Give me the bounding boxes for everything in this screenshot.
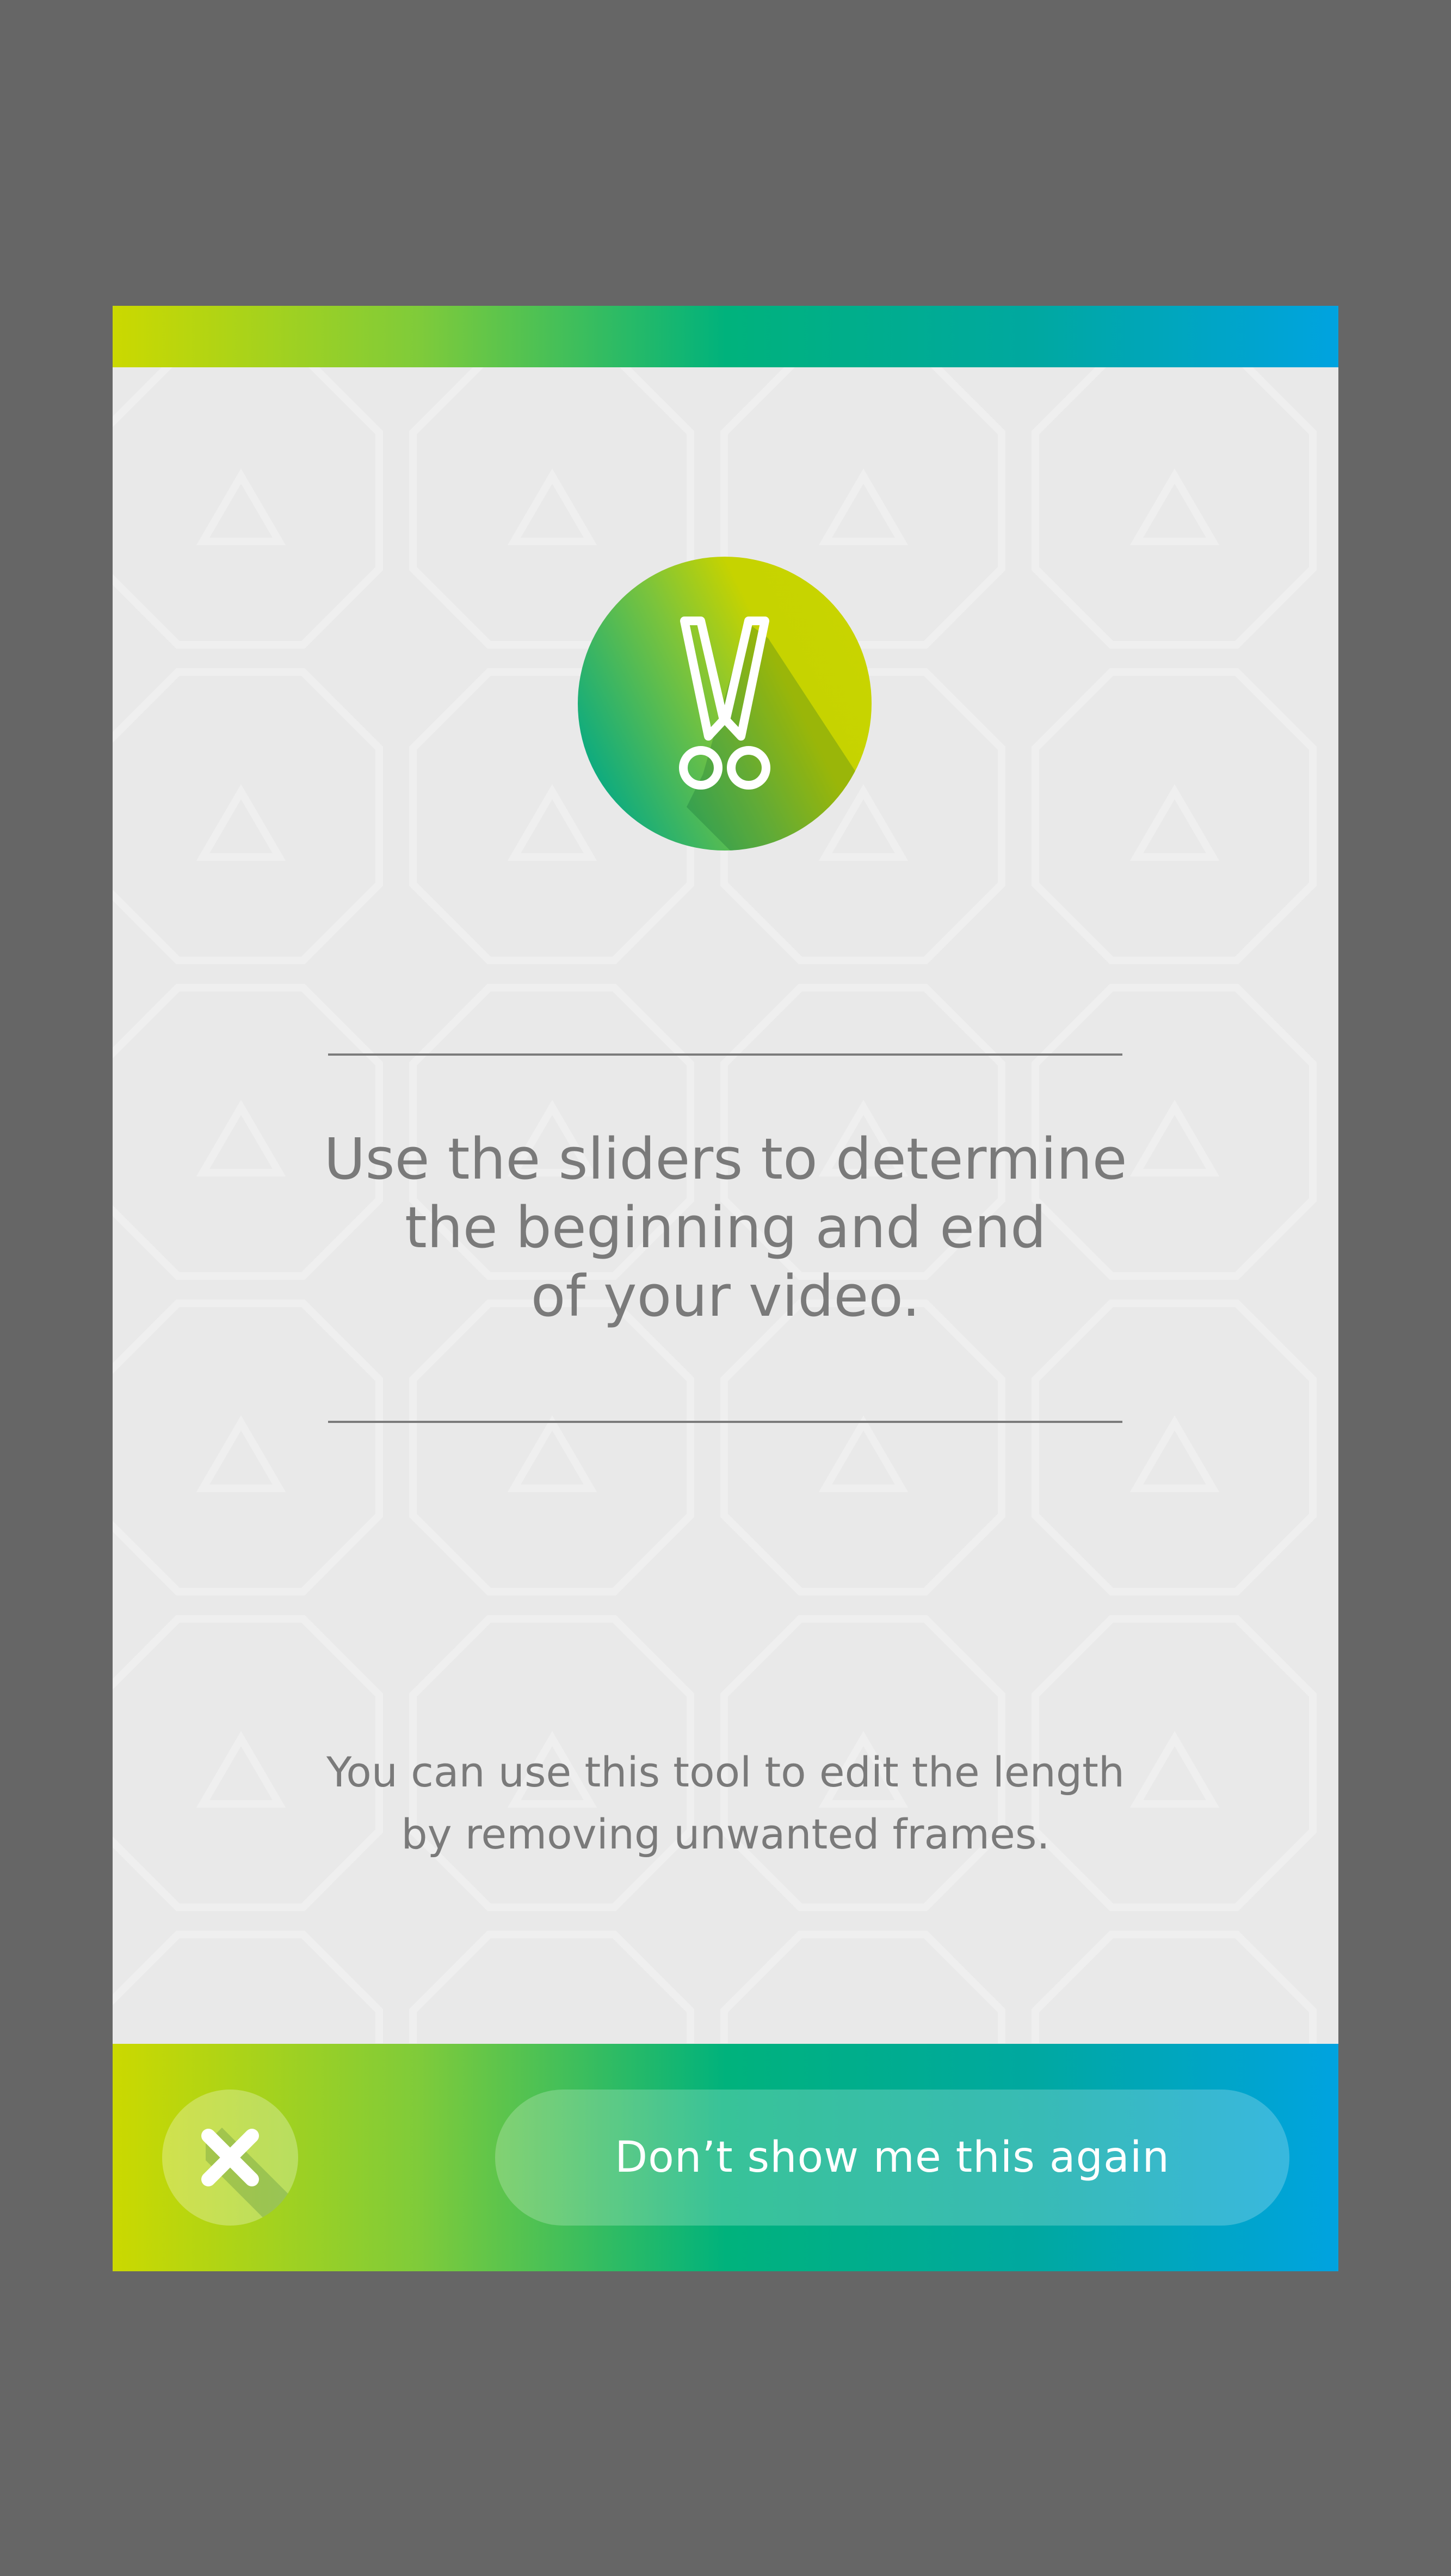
action-bar: Don’t show me this again [113,2044,1338,2271]
dont-show-again-label: Don’t show me this again [615,2133,1170,2182]
instruction-headline: Use the sliders to determine the beginni… [324,1126,1127,1329]
dialog-card: Use the sliders to determine the beginni… [113,306,1338,2271]
dont-show-again-button[interactable]: Don’t show me this again [495,2090,1289,2226]
scissors-badge [578,557,872,851]
close-button[interactable] [162,2090,298,2226]
divider-top [328,1053,1122,1056]
scissors-icon [578,557,872,851]
top-gradient-bar [113,306,1338,367]
close-icon [201,2128,298,2226]
divider-bottom [328,1421,1122,1423]
instruction-subtext: You can use this tool to edit the length… [326,1748,1125,1858]
